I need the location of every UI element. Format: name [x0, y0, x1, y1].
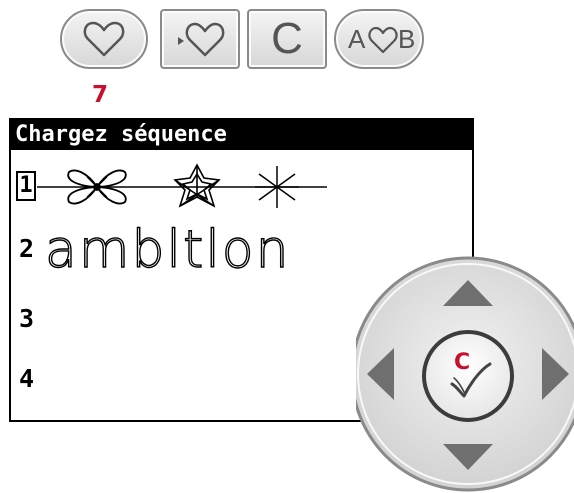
- panel-title: Chargez séquence: [11, 120, 472, 150]
- stitch-pattern-icon: [37, 163, 327, 208]
- sequence-text: ambltlon: [44, 219, 291, 280]
- heart-icon: [83, 21, 125, 57]
- sequence-row-1[interactable]: 1: [11, 162, 341, 212]
- up-arrow-button[interactable]: [436, 272, 496, 312]
- clear-button-label: C: [271, 14, 303, 63]
- row-number: 1: [16, 171, 36, 201]
- ok-button[interactable]: [426, 334, 510, 418]
- right-arrow-button[interactable]: [528, 346, 568, 406]
- load-sequence-button[interactable]: [160, 9, 240, 69]
- callout-number: 7: [92, 82, 109, 108]
- sequence-row-3[interactable]: 3: [11, 296, 211, 346]
- text-edit-button[interactable]: A B: [334, 9, 424, 69]
- clear-button[interactable]: C: [247, 9, 327, 69]
- left-arrow-button[interactable]: [364, 346, 404, 406]
- favorite-button[interactable]: [60, 9, 148, 69]
- callout-letter: C: [454, 350, 471, 375]
- sequence-row-4[interactable]: 4: [11, 356, 211, 406]
- row-number: 3: [19, 304, 35, 333]
- directional-pad: C: [356, 246, 574, 493]
- sequence-row-2[interactable]: 2 ambltlon: [11, 219, 351, 280]
- text-edit-label-b: B: [398, 24, 416, 54]
- row-number: 4: [19, 364, 35, 393]
- row-number: 2: [19, 234, 35, 263]
- load-heart-icon: [178, 22, 225, 57]
- down-arrow-button[interactable]: [436, 436, 496, 476]
